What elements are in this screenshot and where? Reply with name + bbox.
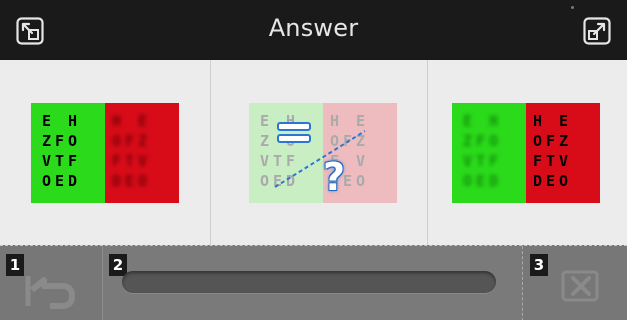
chart-letter: F: [488, 152, 499, 170]
chart-letter: H: [488, 112, 499, 130]
expand-arrow-icon: [583, 17, 611, 45]
chart-letter: F: [67, 152, 78, 170]
chart-letter: D: [67, 172, 78, 190]
chart-letter: D: [111, 172, 122, 190]
shortcut-number: 3: [530, 254, 548, 276]
duochrome-chart: EH ZFO VTF OED HE OFZ FTV DEO: [452, 103, 600, 203]
chart-letter: V: [41, 152, 52, 170]
chart-letter: F: [532, 152, 543, 170]
choice-left[interactable]: EH ZFO VTF OED HE OFZ FTV DEO: [0, 60, 211, 245]
chart-letter: D: [532, 172, 543, 190]
chart-letter: F: [111, 152, 122, 170]
chart-letter: E: [558, 112, 569, 130]
chart-row: OED: [461, 171, 526, 191]
chart-letter: F: [545, 132, 556, 150]
chart-letter: E: [41, 112, 52, 130]
chart-letter: O: [462, 172, 473, 190]
chart-row: OFZ: [110, 131, 179, 151]
chart-letter: T: [475, 152, 486, 170]
question-mark-icon: ?: [323, 155, 346, 199]
chart-row: DEO: [110, 171, 179, 191]
slider-track[interactable]: [122, 271, 496, 293]
chart-letter: [474, 111, 487, 131]
chart-row: HE: [531, 111, 600, 131]
chart-row: ZFO: [461, 131, 526, 151]
clear-icon: [561, 270, 599, 302]
chart-letter: Z: [41, 132, 52, 150]
red-panel: HE OFZ FTV DEO: [526, 103, 600, 203]
chart-row: VTF: [40, 151, 105, 171]
chart-letter: F: [54, 132, 65, 150]
chart-letter: E: [124, 172, 135, 190]
undo-arrow-icon: [25, 276, 75, 309]
answer-choices: EH ZFO VTF OED HE OFZ FTV DEO EH Z V T F…: [0, 60, 627, 245]
chart-letter: F: [475, 132, 486, 150]
chart-letter: D: [488, 172, 499, 190]
chart-letter: [53, 111, 66, 131]
chart-row: DEO: [531, 171, 600, 191]
chart-letter: O: [67, 132, 78, 150]
choice-middle[interactable]: EH ZO VTF OED HE OFZ FV DEO: [211, 60, 428, 245]
chart-letter: E: [54, 172, 65, 190]
slider-area[interactable]: 2: [102, 246, 523, 320]
chart-letter: O: [558, 172, 569, 190]
chart-letter: O: [41, 172, 52, 190]
chart-letter: Z: [137, 132, 148, 150]
chart-letter: F: [124, 132, 135, 150]
duochrome-chart: EH ZO VTF OED HE OFZ FV DEO: [249, 103, 397, 203]
title-bar: Answer: [0, 0, 627, 60]
expand-button[interactable]: [583, 17, 611, 45]
chart-letter: O: [111, 132, 122, 150]
chart-letter: H: [532, 112, 543, 130]
chart-row: EH: [40, 111, 105, 131]
clear-button[interactable]: 3: [523, 246, 627, 320]
chart-letter: O: [488, 132, 499, 150]
chart-letter: E: [462, 112, 473, 130]
choice-right[interactable]: EH ZFO VTF OED HE OFZ FTV DEO: [428, 60, 627, 245]
chart-letter: T: [545, 152, 556, 170]
chart-letter: H: [111, 112, 122, 130]
chart-row: OFZ: [531, 131, 600, 151]
green-panel: EH ZFO VTF OED: [31, 103, 105, 203]
chart-letter: T: [54, 152, 65, 170]
chart-letter: E: [545, 172, 556, 190]
chart-letter: V: [558, 152, 569, 170]
duochrome-chart: EH ZFO VTF OED HE OFZ FTV DEO: [31, 103, 179, 203]
chart-row: FTV: [110, 151, 179, 171]
red-panel: HE OFZ FTV DEO: [105, 103, 179, 203]
chart-letter: H: [67, 112, 78, 130]
shortcut-number: 1: [6, 254, 24, 276]
page-title: Answer: [268, 14, 359, 42]
chart-letter: T: [124, 152, 135, 170]
bottom-toolbar: 1 2 3: [0, 245, 627, 320]
shortcut-number: 2: [109, 254, 127, 276]
chart-letter: V: [462, 152, 473, 170]
chart-row: VTF: [461, 151, 526, 171]
chart-row: EH: [461, 111, 526, 131]
chart-row: OED: [40, 171, 105, 191]
green-panel: EH ZFO VTF OED: [452, 103, 526, 203]
chart-row: ZFO: [40, 131, 105, 151]
chart-letter: E: [137, 112, 148, 130]
chart-row: FTV: [531, 151, 600, 171]
chart-row: HE: [110, 111, 179, 131]
chart-letter: O: [532, 132, 543, 150]
chart-letter: [544, 111, 557, 131]
back-button[interactable]: 1: [0, 246, 102, 320]
chart-letter: O: [137, 172, 148, 190]
chart-letter: Z: [462, 132, 473, 150]
chart-letter: Z: [558, 132, 569, 150]
chart-letter: [123, 111, 136, 131]
equals-icon: [277, 122, 311, 143]
chart-letter: E: [475, 172, 486, 190]
chart-letter: V: [137, 152, 148, 170]
indicator-dot: [571, 6, 574, 9]
